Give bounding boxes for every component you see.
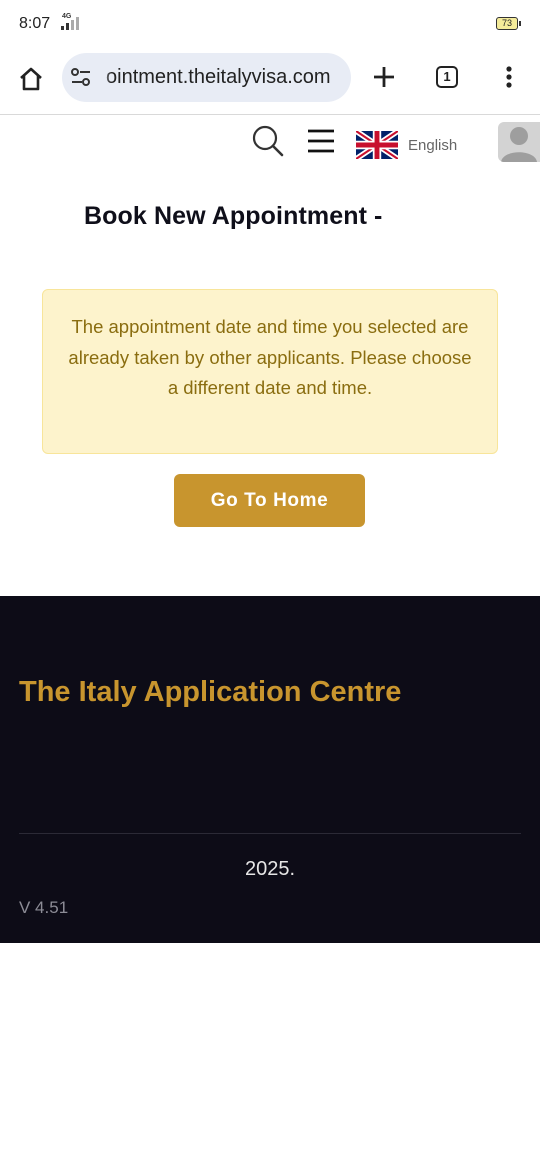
hamburger-menu-icon[interactable] bbox=[306, 128, 336, 154]
search-icon[interactable] bbox=[250, 123, 286, 159]
error-alert: The appointment date and time you select… bbox=[42, 289, 498, 454]
site-header: English bbox=[0, 115, 540, 175]
home-icon bbox=[20, 67, 42, 91]
footer-divider bbox=[19, 833, 521, 834]
url-fade bbox=[94, 53, 112, 102]
network-type: 4G bbox=[62, 13, 72, 20]
user-icon bbox=[501, 127, 537, 162]
footer-brand: The Italy Application Centre bbox=[19, 676, 402, 708]
address-bar[interactable]: ointment.theitalyvisa.com bbox=[62, 53, 351, 102]
plus-icon bbox=[374, 67, 394, 87]
status-time: 8:07 bbox=[19, 15, 51, 32]
language-label: English bbox=[408, 136, 458, 154]
avatar[interactable] bbox=[498, 122, 540, 162]
tab-count: 1 bbox=[443, 69, 451, 84]
app-version: V 4.51 bbox=[19, 898, 69, 917]
status-bar: 8:07 4G 73 bbox=[0, 0, 540, 50]
uk-flag-icon bbox=[356, 131, 398, 159]
browser-menu-button[interactable] bbox=[496, 62, 522, 92]
battery-icon: 73 bbox=[496, 17, 521, 30]
signal-icon: 4G bbox=[60, 13, 82, 36]
browser-toolbar: ointment.theitalyvisa.com 1 bbox=[0, 50, 540, 115]
alert-message: The appointment date and time you select… bbox=[68, 316, 472, 398]
more-vert-icon bbox=[506, 66, 512, 88]
go-to-home-button[interactable]: Go To Home bbox=[174, 474, 365, 527]
site-settings-icon[interactable] bbox=[70, 66, 92, 88]
tab-switcher-button[interactable]: 1 bbox=[436, 66, 458, 88]
language-selector[interactable]: English bbox=[356, 129, 457, 161]
url-text: ointment.theitalyvisa.com bbox=[106, 66, 331, 88]
footer: The Italy Application Centre 2025. V 4.5… bbox=[0, 596, 540, 943]
footer-copyright-year: 2025. bbox=[244, 858, 296, 880]
browser-home-button[interactable] bbox=[16, 64, 46, 94]
battery-level: 73 bbox=[501, 18, 512, 28]
new-tab-button[interactable] bbox=[369, 62, 399, 92]
page-title: Book New Appointment - bbox=[84, 202, 383, 230]
